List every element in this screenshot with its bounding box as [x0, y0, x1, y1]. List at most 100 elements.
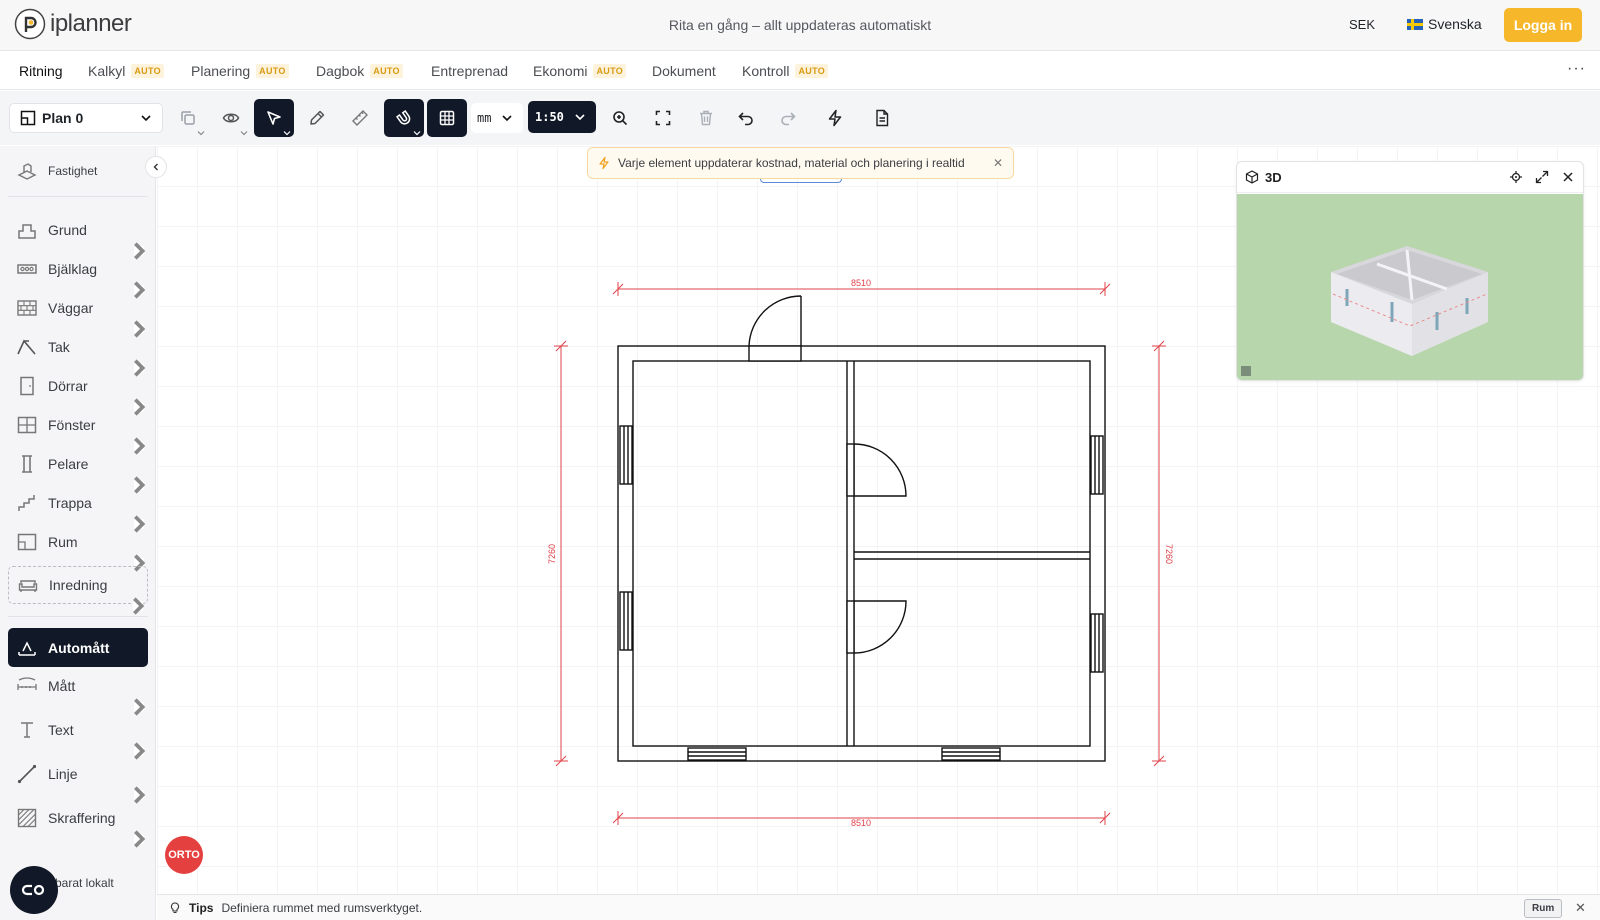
login-button[interactable]: Logga in	[1504, 8, 1582, 42]
sidebar-item-tak[interactable]: Tak	[8, 329, 148, 377]
unit-selector[interactable]: mm	[471, 103, 523, 133]
logo[interactable]: iplanner	[14, 8, 132, 40]
sidebar-item-vaggar[interactable]: Väggar	[8, 290, 148, 338]
select-tool-button[interactable]	[254, 99, 294, 137]
door-icon	[20, 376, 34, 396]
document-button[interactable]	[862, 99, 902, 137]
sidebar-item-label: Pelare	[48, 456, 89, 472]
cookie-consent-icon	[21, 884, 45, 896]
sidebar-item-bjalklag[interactable]: Bjälklag	[8, 251, 148, 299]
sidebar-item-label: Dörrar	[48, 378, 88, 394]
dimension-label-left: 7260	[547, 544, 557, 564]
expand-icon[interactable]	[1535, 170, 1549, 184]
auto-badge: AUTO	[256, 64, 289, 78]
quick-action-button[interactable]	[815, 99, 855, 137]
tab-ritning[interactable]: Ritning	[19, 63, 63, 79]
tab-dagbok[interactable]: Dagbok AUTO	[316, 63, 403, 79]
dimension-line-right[interactable]	[1152, 340, 1166, 767]
pipette-button[interactable]	[297, 99, 337, 137]
auto-dimension-icon	[18, 640, 36, 656]
tab-label: Ritning	[19, 63, 63, 79]
interior-door[interactable]	[846, 443, 907, 497]
redo-button[interactable]	[768, 99, 808, 137]
tab-kontroll[interactable]: Kontroll AUTO	[742, 63, 829, 79]
auto-badge: AUTO	[593, 64, 627, 78]
tab-dokument[interactable]: Dokument	[652, 63, 716, 79]
undo-button[interactable]	[726, 99, 766, 137]
window[interactable]	[1090, 613, 1104, 673]
scale-selector[interactable]: 1:50	[528, 101, 596, 133]
ruler-icon	[352, 110, 368, 126]
sidebar-item-dorrar[interactable]: Dörrar	[8, 368, 148, 416]
sidebar-item-inredning[interactable]: Inredning	[8, 566, 148, 615]
expand-arrow-icon[interactable]	[134, 742, 146, 760]
tips-bar: Tips Definiera rummet med rumsverktyget.…	[157, 894, 1600, 920]
delete-button[interactable]	[686, 99, 726, 137]
orto-toggle-button[interactable]: ORTO	[165, 836, 203, 874]
visibility-button[interactable]	[211, 99, 251, 137]
wall-icon	[17, 300, 37, 316]
sidebar-item-label: Mått	[48, 678, 76, 694]
interior-door[interactable]	[846, 600, 907, 654]
window-icon	[17, 416, 37, 434]
fit-view-button[interactable]	[643, 99, 683, 137]
tab-entreprenad[interactable]: Entreprenad	[431, 63, 508, 79]
sidebar-item-pelare[interactable]: Pelare	[8, 446, 148, 494]
3d-viewport[interactable]	[1237, 194, 1584, 381]
currency-selector[interactable]: SEK	[1349, 17, 1375, 32]
auto-badge: AUTO	[795, 64, 829, 78]
sidebar: Fastighet Grund Bjälklag Väggar Tak Dörr…	[0, 146, 167, 920]
scale-label: 1:50	[535, 110, 564, 124]
sidebar-collapse-button[interactable]	[145, 156, 167, 178]
more-menu-icon[interactable]: ···	[1567, 60, 1586, 78]
inner-wall-outline[interactable]	[632, 360, 1091, 747]
copy-button[interactable]	[168, 99, 208, 137]
sidebar-tool-linje[interactable]: Linje	[8, 756, 148, 804]
sidebar-item-fonster[interactable]: Fönster	[8, 407, 148, 455]
sidebar-tool-matt[interactable]: Mått	[8, 668, 148, 716]
sidebar-item-rum[interactable]: Rum	[8, 524, 148, 572]
window[interactable]	[687, 747, 747, 761]
entrance-door[interactable]	[748, 295, 802, 362]
language-selector[interactable]: Svenska	[1407, 16, 1482, 32]
snap-button[interactable]	[384, 99, 424, 137]
stairs-icon	[18, 495, 35, 511]
grid-toggle-button[interactable]	[427, 99, 467, 137]
expand-arrow-icon[interactable]	[133, 597, 145, 615]
zoom-button[interactable]	[600, 99, 640, 137]
cookie-settings-button[interactable]	[10, 866, 58, 914]
sidebar-tool-automatt[interactable]: Automått	[8, 628, 148, 667]
plan-selector[interactable]: Plan 0	[9, 103, 163, 133]
tab-ekonomi[interactable]: Ekonomi AUTO	[533, 63, 627, 79]
expand-arrow-icon[interactable]	[134, 786, 146, 804]
sidebar-item-label: Rum	[48, 534, 78, 550]
sidebar-item-trappa[interactable]: Trappa	[8, 485, 148, 533]
tab-label: Dagbok	[316, 63, 365, 79]
expand-arrow-icon[interactable]	[134, 830, 146, 848]
tips-room-button[interactable]: Rum	[1524, 899, 1563, 918]
close-icon[interactable]: ✕	[1575, 900, 1586, 916]
close-icon[interactable]	[1561, 170, 1575, 184]
sidebar-tool-text[interactable]: Text	[8, 712, 148, 760]
tab-planering[interactable]: Planering AUTO	[191, 63, 289, 79]
3d-panel-header: 3D	[1237, 162, 1583, 193]
sidebar-item-grund[interactable]: Grund	[8, 212, 148, 260]
expand-arrow-icon[interactable]	[134, 698, 146, 716]
3d-house-model[interactable]	[1237, 194, 1584, 381]
interior-wall[interactable]	[846, 361, 855, 746]
window[interactable]	[619, 591, 633, 651]
window[interactable]	[941, 747, 1001, 761]
window[interactable]	[619, 425, 633, 485]
sidebar-item-fastighet[interactable]: Fastighet	[8, 153, 148, 189]
interior-wall[interactable]	[854, 551, 1090, 560]
sidebar-tool-skraffering[interactable]: Skraffering	[8, 800, 148, 848]
dimension-label-right: 7260	[1164, 544, 1174, 564]
3d-preview-panel[interactable]: 3D	[1236, 161, 1584, 381]
measure-button[interactable]	[340, 99, 380, 137]
locate-icon[interactable]	[1509, 170, 1523, 184]
divider	[8, 616, 148, 617]
window[interactable]	[1090, 435, 1104, 495]
outer-wall[interactable]	[617, 345, 1106, 762]
tab-kalkyl[interactable]: Kalkyl AUTO	[88, 63, 164, 79]
close-icon[interactable]: ✕	[993, 156, 1003, 170]
